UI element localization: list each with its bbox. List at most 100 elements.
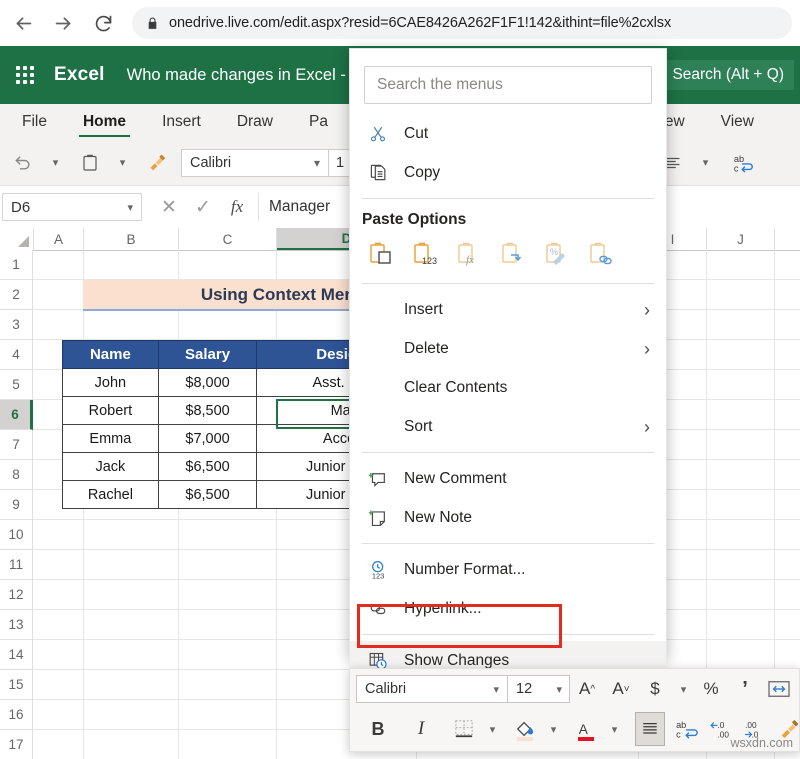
row-header-11[interactable]: 11 (0, 550, 33, 580)
menu-item-new-comment[interactable]: New Comment (350, 459, 666, 498)
chevron-down-icon[interactable]: ▾ (314, 156, 320, 170)
borders-dropdown-icon[interactable]: ▾ (484, 713, 500, 745)
cancel-x-icon[interactable]: ✕ (152, 192, 186, 222)
row-header-5[interactable]: 5 (0, 370, 33, 400)
column-header-a[interactable]: A (34, 228, 84, 250)
column-header-j[interactable]: J (707, 228, 775, 250)
wrap-text-icon[interactable]: abc (731, 147, 757, 179)
menu-item-copy[interactable]: Copy (350, 153, 666, 192)
paste-formatting-icon[interactable]: % (538, 237, 576, 271)
menu-item-hyperlink[interactable]: Hyperlink... (350, 589, 666, 628)
ribbon-font-name[interactable]: Calibri ▾ (181, 149, 329, 177)
cell-name[interactable]: John (63, 369, 159, 397)
menu-item-cut[interactable]: Cut (350, 114, 666, 153)
row-header-10[interactable]: 10 (0, 520, 33, 550)
row-header-3[interactable]: 3 (0, 310, 33, 340)
svg-text:c: c (734, 163, 739, 173)
address-bar[interactable]: onedrive.live.com/edit.aspx?resid=6CAE84… (132, 7, 792, 39)
align-icon[interactable] (635, 712, 665, 746)
tab-insert[interactable]: Insert (158, 105, 205, 139)
font-color-icon[interactable]: A (572, 713, 600, 745)
borders-icon[interactable] (450, 713, 478, 745)
row-header-12[interactable]: 12 (0, 580, 33, 610)
paste-dropdown-icon[interactable]: ▾ (109, 147, 135, 179)
cell-name[interactable]: Jack (63, 453, 159, 481)
fill-color-icon[interactable] (511, 713, 539, 745)
row-header-6[interactable]: 6 (0, 400, 33, 430)
cell-name[interactable]: Rachel (63, 481, 159, 509)
row-header-14[interactable]: 14 (0, 640, 33, 670)
tab-file[interactable]: File (18, 105, 51, 139)
confirm-check-icon[interactable]: ✓ (186, 192, 220, 222)
cell-name[interactable]: Emma (63, 425, 159, 453)
row-header-7[interactable]: 7 (0, 430, 33, 460)
cell-salary[interactable]: $6,500 (158, 481, 257, 509)
row-header-15[interactable]: 15 (0, 670, 33, 700)
tab-home[interactable]: Home (79, 105, 130, 139)
percent-icon[interactable]: % (697, 673, 725, 705)
cell-salary[interactable]: $7,000 (158, 425, 257, 453)
menu-item-sort[interactable]: Sort › (350, 407, 666, 446)
row-header-13[interactable]: 13 (0, 610, 33, 640)
wrap-text-icon[interactable]: abc (674, 713, 702, 745)
cell-salary[interactable]: $8,000 (158, 369, 257, 397)
fill-color-dropdown-icon[interactable]: ▾ (545, 713, 561, 745)
menu-search-input[interactable]: Search the menus (364, 66, 652, 104)
chevron-down-icon[interactable]: ▾ (493, 683, 499, 696)
currency-icon[interactable]: $ (641, 673, 669, 705)
paste-clipboard-icon[interactable] (77, 147, 103, 179)
reload-icon[interactable] (86, 6, 120, 40)
grow-font-icon[interactable]: A^ (573, 673, 601, 705)
tab-page-layout[interactable]: Pa (305, 105, 332, 139)
shrink-font-icon[interactable]: A˅ (607, 673, 635, 705)
row-header-17[interactable]: 17 (0, 730, 33, 759)
tab-draw[interactable]: Draw (233, 105, 277, 139)
italic-button[interactable]: I (407, 713, 435, 745)
search-input[interactable]: Search (Alt + Q) (662, 60, 794, 90)
mini-font-size[interactable]: 12 ▾ (508, 675, 570, 703)
undo-icon[interactable] (10, 147, 36, 179)
paste-values-icon[interactable]: 123 (406, 237, 444, 271)
forward-arrow-icon[interactable] (46, 6, 80, 40)
svg-text:fx: fx (466, 254, 474, 266)
back-arrow-icon[interactable] (6, 6, 40, 40)
cell-salary[interactable]: $6,500 (158, 453, 257, 481)
tab-view[interactable]: View (717, 105, 758, 139)
app-launcher-icon[interactable] (10, 60, 40, 90)
menu-item-delete[interactable]: Delete › (350, 329, 666, 368)
row-header-8[interactable]: 8 (0, 460, 33, 490)
row-header-2[interactable]: 2 (0, 280, 33, 310)
comma-style-icon[interactable]: ’ (731, 673, 759, 705)
currency-dropdown-icon[interactable]: ▾ (675, 673, 691, 705)
mini-font-name[interactable]: Calibri ▾ (356, 675, 508, 703)
chevron-down-icon[interactable]: ▾ (127, 201, 133, 214)
menu-item-insert[interactable]: Insert › (350, 290, 666, 329)
column-header-b[interactable]: B (84, 228, 179, 250)
fx-icon[interactable]: fx (220, 192, 254, 222)
paste-formulas-icon[interactable]: fx (450, 237, 488, 271)
paste-all-icon[interactable] (362, 237, 400, 271)
document-title[interactable]: Who made changes in Excel - (127, 66, 346, 85)
name-box[interactable]: D6 ▾ (2, 193, 142, 221)
menu-item-number-format[interactable]: 123 Number Format... (350, 550, 666, 589)
row-header-1[interactable]: 1 (0, 250, 33, 280)
select-all-corner[interactable] (0, 228, 34, 250)
paste-link-icon[interactable] (582, 237, 620, 271)
formula-buttons: ✕ ✓ fx (152, 192, 254, 222)
column-header-c[interactable]: C (179, 228, 277, 250)
bold-button[interactable]: B (364, 713, 392, 745)
undo-dropdown-icon[interactable]: ▾ (42, 147, 68, 179)
cell-salary[interactable]: $8,500 (158, 397, 257, 425)
row-header-4[interactable]: 4 (0, 340, 33, 370)
align-dropdown-icon[interactable]: ▾ (692, 147, 718, 179)
row-header-9[interactable]: 9 (0, 490, 33, 520)
autofit-width-icon[interactable] (765, 673, 793, 705)
menu-item-clear-contents[interactable]: Clear Contents (350, 368, 666, 407)
format-painter-icon[interactable] (144, 147, 170, 179)
menu-item-new-note[interactable]: New Note (350, 498, 666, 537)
paste-transpose-icon[interactable] (494, 237, 532, 271)
row-header-16[interactable]: 16 (0, 700, 33, 730)
cell-name[interactable]: Robert (63, 397, 159, 425)
chevron-down-icon[interactable]: ▾ (556, 683, 562, 696)
font-color-dropdown-icon[interactable]: ▾ (606, 713, 622, 745)
